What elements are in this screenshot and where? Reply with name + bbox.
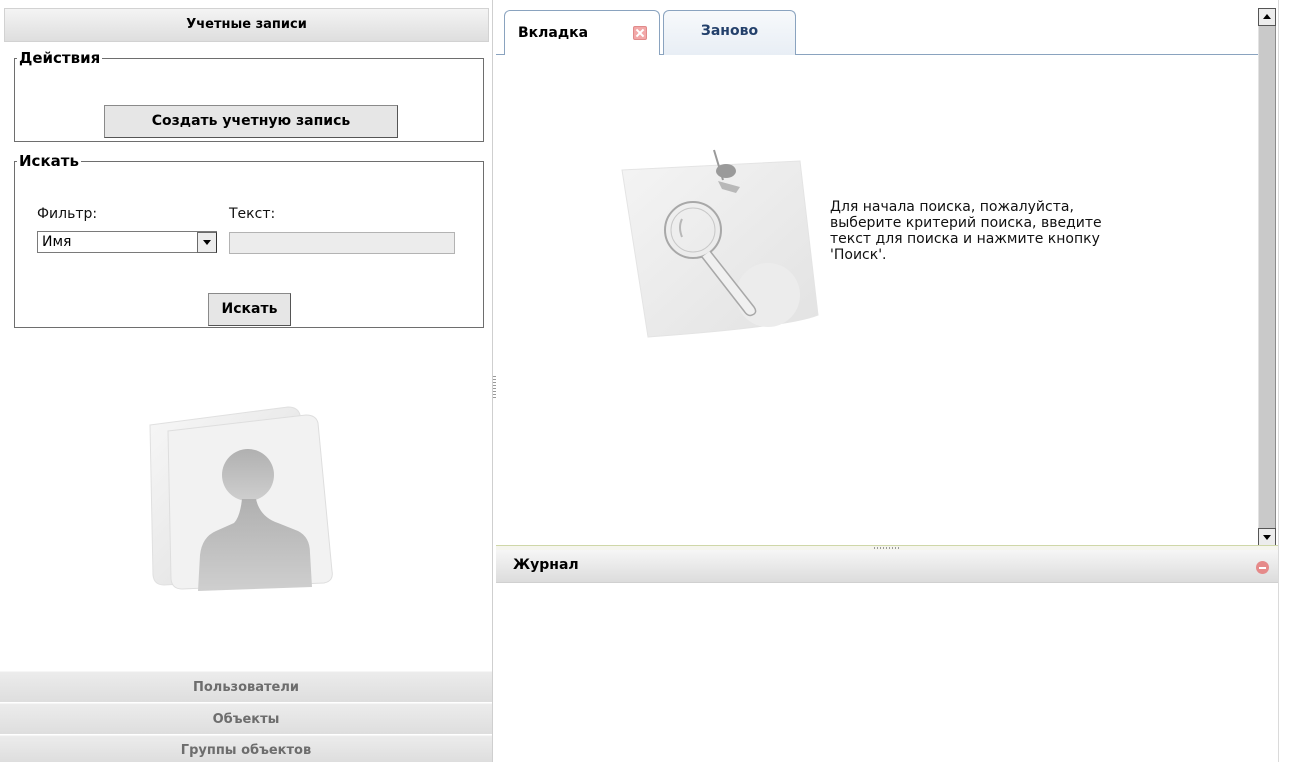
log-panel-body	[496, 584, 1278, 762]
tab-zanovo[interactable]: Заново	[663, 10, 796, 55]
search-hint-text: Для начала поиска, пожалуйста, выберите …	[830, 199, 1102, 263]
accounts-panel: Учетные записи Действия Создать учетную …	[0, 0, 493, 762]
user-folder-icon	[149, 406, 333, 591]
search-note-icon	[621, 149, 819, 338]
window-edge	[1278, 0, 1300, 762]
actions-group: Действия Создать учетную запись	[14, 49, 484, 142]
scrollbar-thumb[interactable]	[1258, 26, 1276, 528]
chevron-down-icon[interactable]	[197, 232, 217, 253]
accordion-users[interactable]: Пользователи	[0, 671, 492, 702]
tab-bar: Вкладка Заново	[496, 0, 1258, 56]
text-label: Текст:	[229, 206, 276, 222]
search-legend: Искать	[19, 152, 79, 170]
filter-label: Фильтр:	[37, 206, 98, 222]
tab-content: Для начала поиска, пожалуйста, выберите …	[496, 55, 1258, 545]
search-button[interactable]: Искать	[208, 293, 291, 326]
accordion-objects[interactable]: Объекты	[0, 703, 492, 734]
accordion-object-groups[interactable]: Группы объектов	[0, 735, 492, 762]
log-title: Журнал	[513, 557, 579, 573]
tab-label: Вкладка	[518, 25, 589, 41]
tab-vkladka[interactable]: Вкладка	[504, 10, 660, 56]
log-panel-header: Журнал	[496, 550, 1278, 583]
search-group: Искать Фильтр: Текст: Имя Искать	[14, 152, 484, 328]
search-text-input[interactable]	[229, 232, 455, 254]
tab-label: Заново	[700, 23, 759, 39]
filter-select[interactable]: Имя	[37, 231, 217, 253]
actions-legend: Действия	[19, 49, 101, 67]
close-icon[interactable]	[633, 26, 647, 40]
accounts-panel-title: Учетные записи	[4, 8, 489, 42]
scroll-up-icon[interactable]	[1258, 8, 1276, 26]
create-account-button[interactable]: Создать учетную запись	[104, 105, 398, 138]
vertical-scrollbar[interactable]	[1258, 8, 1276, 546]
main-panel: Вкладка Заново Для начала поиска, пожалу…	[496, 0, 1278, 762]
filter-select-value: Имя	[42, 234, 72, 250]
scroll-down-icon[interactable]	[1258, 528, 1276, 546]
splitter-grip-icon[interactable]	[874, 547, 900, 549]
minimize-icon[interactable]	[1256, 561, 1269, 574]
